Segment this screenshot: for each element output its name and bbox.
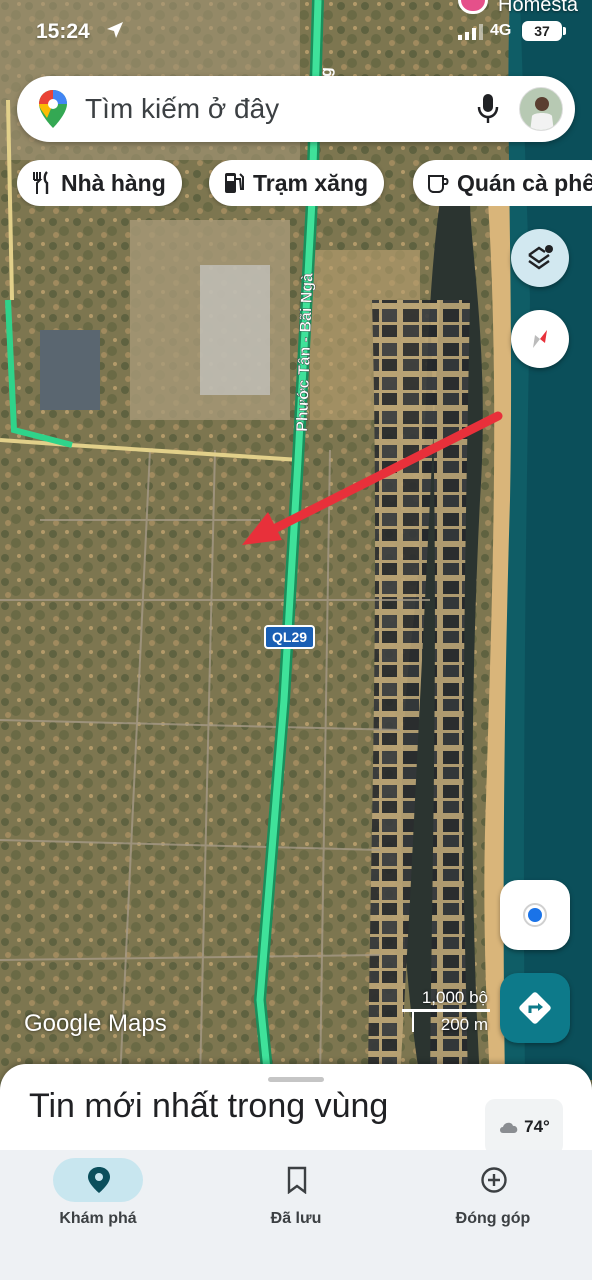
nav-label: Khám phá <box>59 1210 137 1227</box>
category-chips: Nhà hàng Trạm xăng Quán cà phê <box>17 160 592 206</box>
bookmark-icon <box>287 1166 307 1194</box>
google-maps-logo: Google Maps <box>24 1010 167 1037</box>
road-shield: QL29 <box>264 625 316 649</box>
status-time: 15:24 <box>36 20 90 43</box>
notification-pin-icon <box>458 0 488 14</box>
nav-contribute[interactable]: Đóng góp <box>403 1150 583 1250</box>
chip-label: Trạm xăng <box>253 169 369 196</box>
explore-pin-icon <box>88 1167 110 1193</box>
compass-icon <box>533 330 547 348</box>
weather-chip[interactable]: 74° <box>485 1099 563 1155</box>
gas-station-icon <box>225 173 244 193</box>
layers-icon <box>528 245 553 270</box>
chip-coffee[interactable]: Quán cà phê <box>413 160 592 206</box>
status-bar: Homesta 15:24 4G 37 <box>0 0 592 62</box>
scale-metric: 200 m <box>440 1015 488 1034</box>
sheet-title: Tin mới nhất trong vùng <box>29 1087 389 1125</box>
map-scale: 1,000 bộ 200 m <box>402 988 490 1036</box>
signal-icon <box>458 24 483 40</box>
nav-explore[interactable]: Khám phá <box>8 1150 188 1250</box>
location-arrow-icon <box>107 22 123 38</box>
compass-button[interactable] <box>511 310 569 368</box>
chip-label: Quán cà phê <box>457 169 592 196</box>
chip-label: Nhà hàng <box>61 169 166 196</box>
scale-imperial: 1,000 bộ <box>421 988 488 1007</box>
nav-label: Đóng góp <box>455 1210 531 1227</box>
coffee-icon <box>428 175 449 193</box>
restaurant-icon <box>33 171 49 194</box>
weather-temp: 74° <box>524 1117 550 1136</box>
notification-text: Homesta <box>498 0 579 16</box>
directions-button[interactable] <box>500 973 570 1043</box>
sheet-drag-handle[interactable] <box>268 1077 324 1082</box>
profile-avatar[interactable] <box>519 87 563 131</box>
nav-saved[interactable]: Đã lưu <box>206 1150 386 1250</box>
microphone-icon[interactable] <box>476 94 500 124</box>
battery-icon: 37 <box>522 21 566 41</box>
add-circle-icon <box>481 1167 507 1193</box>
news-bottom-sheet[interactable]: Tin mới nhất trong vùng 74° <box>0 1064 592 1164</box>
chip-restaurant[interactable]: Nhà hàng <box>17 160 182 206</box>
directions-icon <box>519 992 551 1024</box>
chip-gas-station[interactable]: Trạm xăng <box>209 160 385 206</box>
cloud-icon <box>500 1122 518 1133</box>
search-input[interactable]: Tìm kiếm ở đây <box>85 93 279 125</box>
my-location-icon <box>523 903 547 927</box>
bottom-navigation: Khám phá Đã lưu Đóng góp <box>0 1150 592 1280</box>
my-location-button[interactable] <box>500 880 570 950</box>
layers-button[interactable] <box>511 229 569 287</box>
network-type: 4G <box>490 22 512 39</box>
google-maps-pin-icon <box>39 90 67 128</box>
search-bar[interactable]: Tìm kiếm ở đây <box>17 76 575 142</box>
nav-label: Đã lưu <box>270 1210 322 1227</box>
